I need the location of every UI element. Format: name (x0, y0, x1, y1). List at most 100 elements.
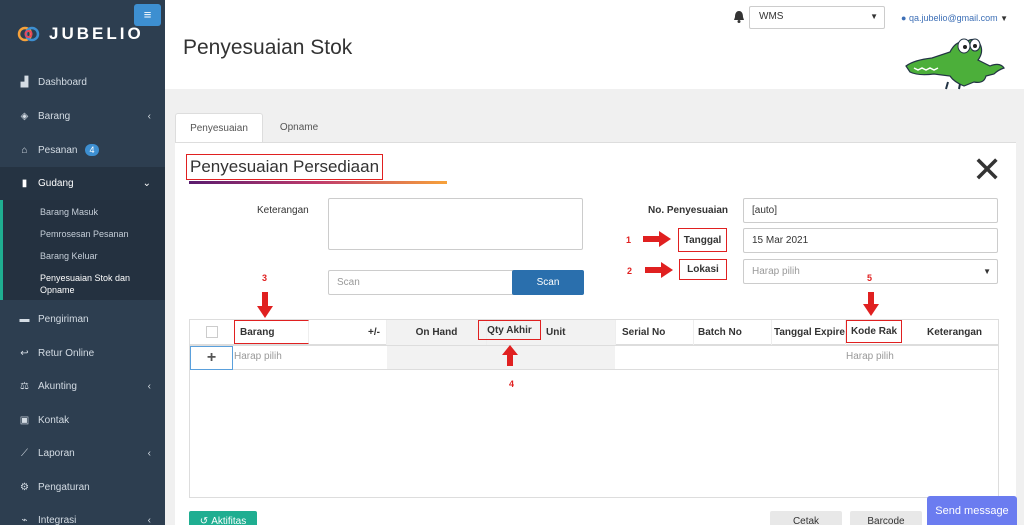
form-panel: Penyesuaian Persediaan ✕ Keterangan Scan… (175, 142, 1016, 525)
arrow-right-icon (645, 262, 673, 278)
caret-down-icon: ▼ (870, 12, 878, 21)
chevron-left-icon: ‹ (147, 380, 151, 392)
submenu-penyesuaian-stok-line2[interactable]: Opname (40, 284, 75, 296)
user-menu[interactable]: ● qa.jubelio@gmail.com ▼ (901, 13, 1008, 23)
sidebar-item-pengaturan[interactable]: ⚙ Pengaturan (0, 470, 165, 504)
cogs-icon: ⚙ (20, 481, 29, 493)
sidebar-item-integrasi[interactable]: ⌁ Integrasi ‹ (0, 503, 165, 525)
app-name: JUBELIO (49, 24, 144, 43)
column-header-keterangan: Keterangan (927, 327, 983, 338)
chevron-down-icon: ⌄ (142, 178, 151, 189)
menu-toggle-button[interactable]: ≡ (134, 4, 161, 26)
history-icon: ↺ (199, 515, 209, 525)
sidebar-item-kontak[interactable]: ▣ Kontak (0, 403, 165, 437)
arrow-right-icon (643, 231, 671, 247)
plug-icon: ⌁ (21, 514, 28, 525)
tab-penyesuaian[interactable]: Penyesuaian (175, 113, 263, 143)
select-all-checkbox[interactable] (206, 326, 218, 338)
annotation-number-2: 2 (627, 266, 633, 276)
warehouse-icon: ▮ (21, 178, 28, 189)
truck-icon: ▬ (19, 313, 30, 325)
sidebar-item-barang[interactable]: ◈ Barang ‹ (0, 99, 165, 133)
column-header-qty-akhir: Qty Akhir (478, 320, 541, 340)
sidebar-item-akunting[interactable]: ⚖ Akunting ‹ (0, 369, 165, 403)
keterangan-label: Keterangan (257, 205, 309, 216)
lokasi-placeholder: Harap pilih (752, 266, 800, 277)
cubes-icon: ◈ (20, 110, 29, 122)
sidebar-item-pengiriman[interactable]: ▬ Pengiriman (0, 302, 165, 336)
sidebar-item-laporan[interactable]: ⟋ Laporan ‹ (0, 436, 165, 470)
submenu-pemrosesan-pesanan[interactable]: Pemrosesan Pesanan (40, 228, 129, 240)
no-penyesuaian-field[interactable]: [auto] (743, 198, 998, 223)
close-icon[interactable]: ✕ (972, 152, 1002, 188)
aktifitas-button[interactable]: ↺ Aktifitas (189, 511, 257, 525)
order-count-badge: 4 (85, 144, 99, 156)
page-title: Penyesuaian Stok (183, 36, 353, 59)
table-row: + Harap pilih Harap pilih (190, 345, 998, 370)
submenu-barang-masuk[interactable]: Barang Masuk (40, 206, 98, 218)
items-table: Barang +/- On Hand Qty Akhir Unit Serial… (189, 319, 999, 498)
column-header-on-hand: On Hand (387, 320, 487, 345)
sidebar-item-label: Pesanan (38, 144, 78, 156)
sidebar-item-label: Dashboard (38, 76, 87, 88)
no-penyesuaian-label: No. Penyesuaian (648, 205, 729, 216)
chevron-left-icon: ‹ (147, 110, 151, 122)
scan-button[interactable]: Scan (512, 270, 584, 295)
annotation-number-4: 4 (509, 379, 515, 389)
logo-icon (17, 26, 40, 42)
caret-down-icon: ▼ (983, 267, 991, 276)
submenu-penyesuaian-stok[interactable]: Penyesuaian Stok dan (40, 272, 130, 284)
sidebar-item-dashboard[interactable]: ▟ Dashboard (0, 65, 165, 99)
sidebar-item-gudang[interactable]: ▮ Gudang ⌄ (0, 167, 165, 200)
sidebar: ≡ JUBELIO ▟ Dashboard ◈ Barang ‹ ⌂ Pesan… (0, 0, 165, 525)
form-title: Penyesuaian Persediaan (186, 154, 384, 180)
sidebar-item-label: Barang (38, 110, 71, 122)
basket-icon: ⌂ (21, 144, 28, 156)
lokasi-label: Lokasi (679, 259, 727, 280)
warehouse-value: WMS (759, 11, 784, 22)
column-header-kode-rak: Kode Rak (846, 320, 902, 343)
title-underline (189, 181, 447, 184)
sidebar-item-label: Gudang (38, 178, 74, 189)
sidebar-item-retur-online[interactable]: ↩ Retur Online (0, 336, 165, 370)
crocodile-mascot (905, 38, 1005, 90)
sidebar-item-label: Kontak (38, 414, 70, 426)
column-header-tanggal-expired: Tanggal Expired (772, 320, 846, 345)
arrow-down-icon (863, 292, 879, 316)
add-row-button[interactable]: + (190, 346, 233, 370)
annotation-number-3: 3 (262, 273, 268, 283)
caret-down-icon: ▼ (1000, 14, 1009, 23)
dashboard-icon: ▟ (20, 76, 29, 88)
sidebar-item-label: Pengiriman (38, 313, 89, 325)
sidebar-item-label: Laporan (38, 447, 75, 459)
tab-opname[interactable]: Opname (268, 113, 330, 143)
bell-icon[interactable] (733, 10, 745, 26)
address-book-icon: ▣ (19, 414, 30, 426)
keterangan-textarea[interactable] (328, 198, 583, 250)
annotation-number-1: 1 (626, 235, 632, 245)
chevron-left-icon: ‹ (147, 514, 151, 525)
cetak-button[interactable]: Cetak (770, 511, 842, 525)
warehouse-select[interactable]: WMS ▼ (749, 6, 885, 29)
top-header: Penyesuaian Stok WMS ▼ ● qa.jubelio@gmai… (165, 0, 1024, 90)
kode-rak-select[interactable]: Harap pilih (846, 351, 894, 362)
column-header-batch-no: Batch No (694, 320, 772, 345)
column-header-barang: Barang (234, 320, 309, 344)
tanggal-field[interactable]: 15 Mar 2021 (743, 228, 998, 253)
barang-select[interactable]: Harap pilih (234, 351, 282, 362)
sidebar-item-pesanan[interactable]: ⌂ Pesanan 4 (0, 133, 165, 167)
reply-icon: ↩ (20, 347, 29, 359)
user-email: qa.jubelio@gmail.com (908, 13, 998, 23)
chevron-left-icon: ‹ (147, 447, 151, 459)
send-message-button[interactable]: Send message (927, 496, 1017, 525)
gudang-submenu: Barang Masuk Pemrosesan Pesanan Barang K… (0, 200, 165, 300)
logo: JUBELIO (17, 24, 144, 44)
column-header-plus-minus: +/- (310, 320, 387, 345)
arrow-down-icon (257, 292, 273, 318)
column-header-unit: Unit (544, 320, 616, 345)
submenu-barang-keluar[interactable]: Barang Keluar (40, 250, 98, 262)
barcode-button[interactable]: Barcode (850, 511, 922, 525)
scan-input[interactable]: Scan (328, 270, 514, 295)
sidebar-item-label: Integrasi (38, 514, 77, 525)
sidebar-item-label: Retur Online (38, 347, 95, 359)
